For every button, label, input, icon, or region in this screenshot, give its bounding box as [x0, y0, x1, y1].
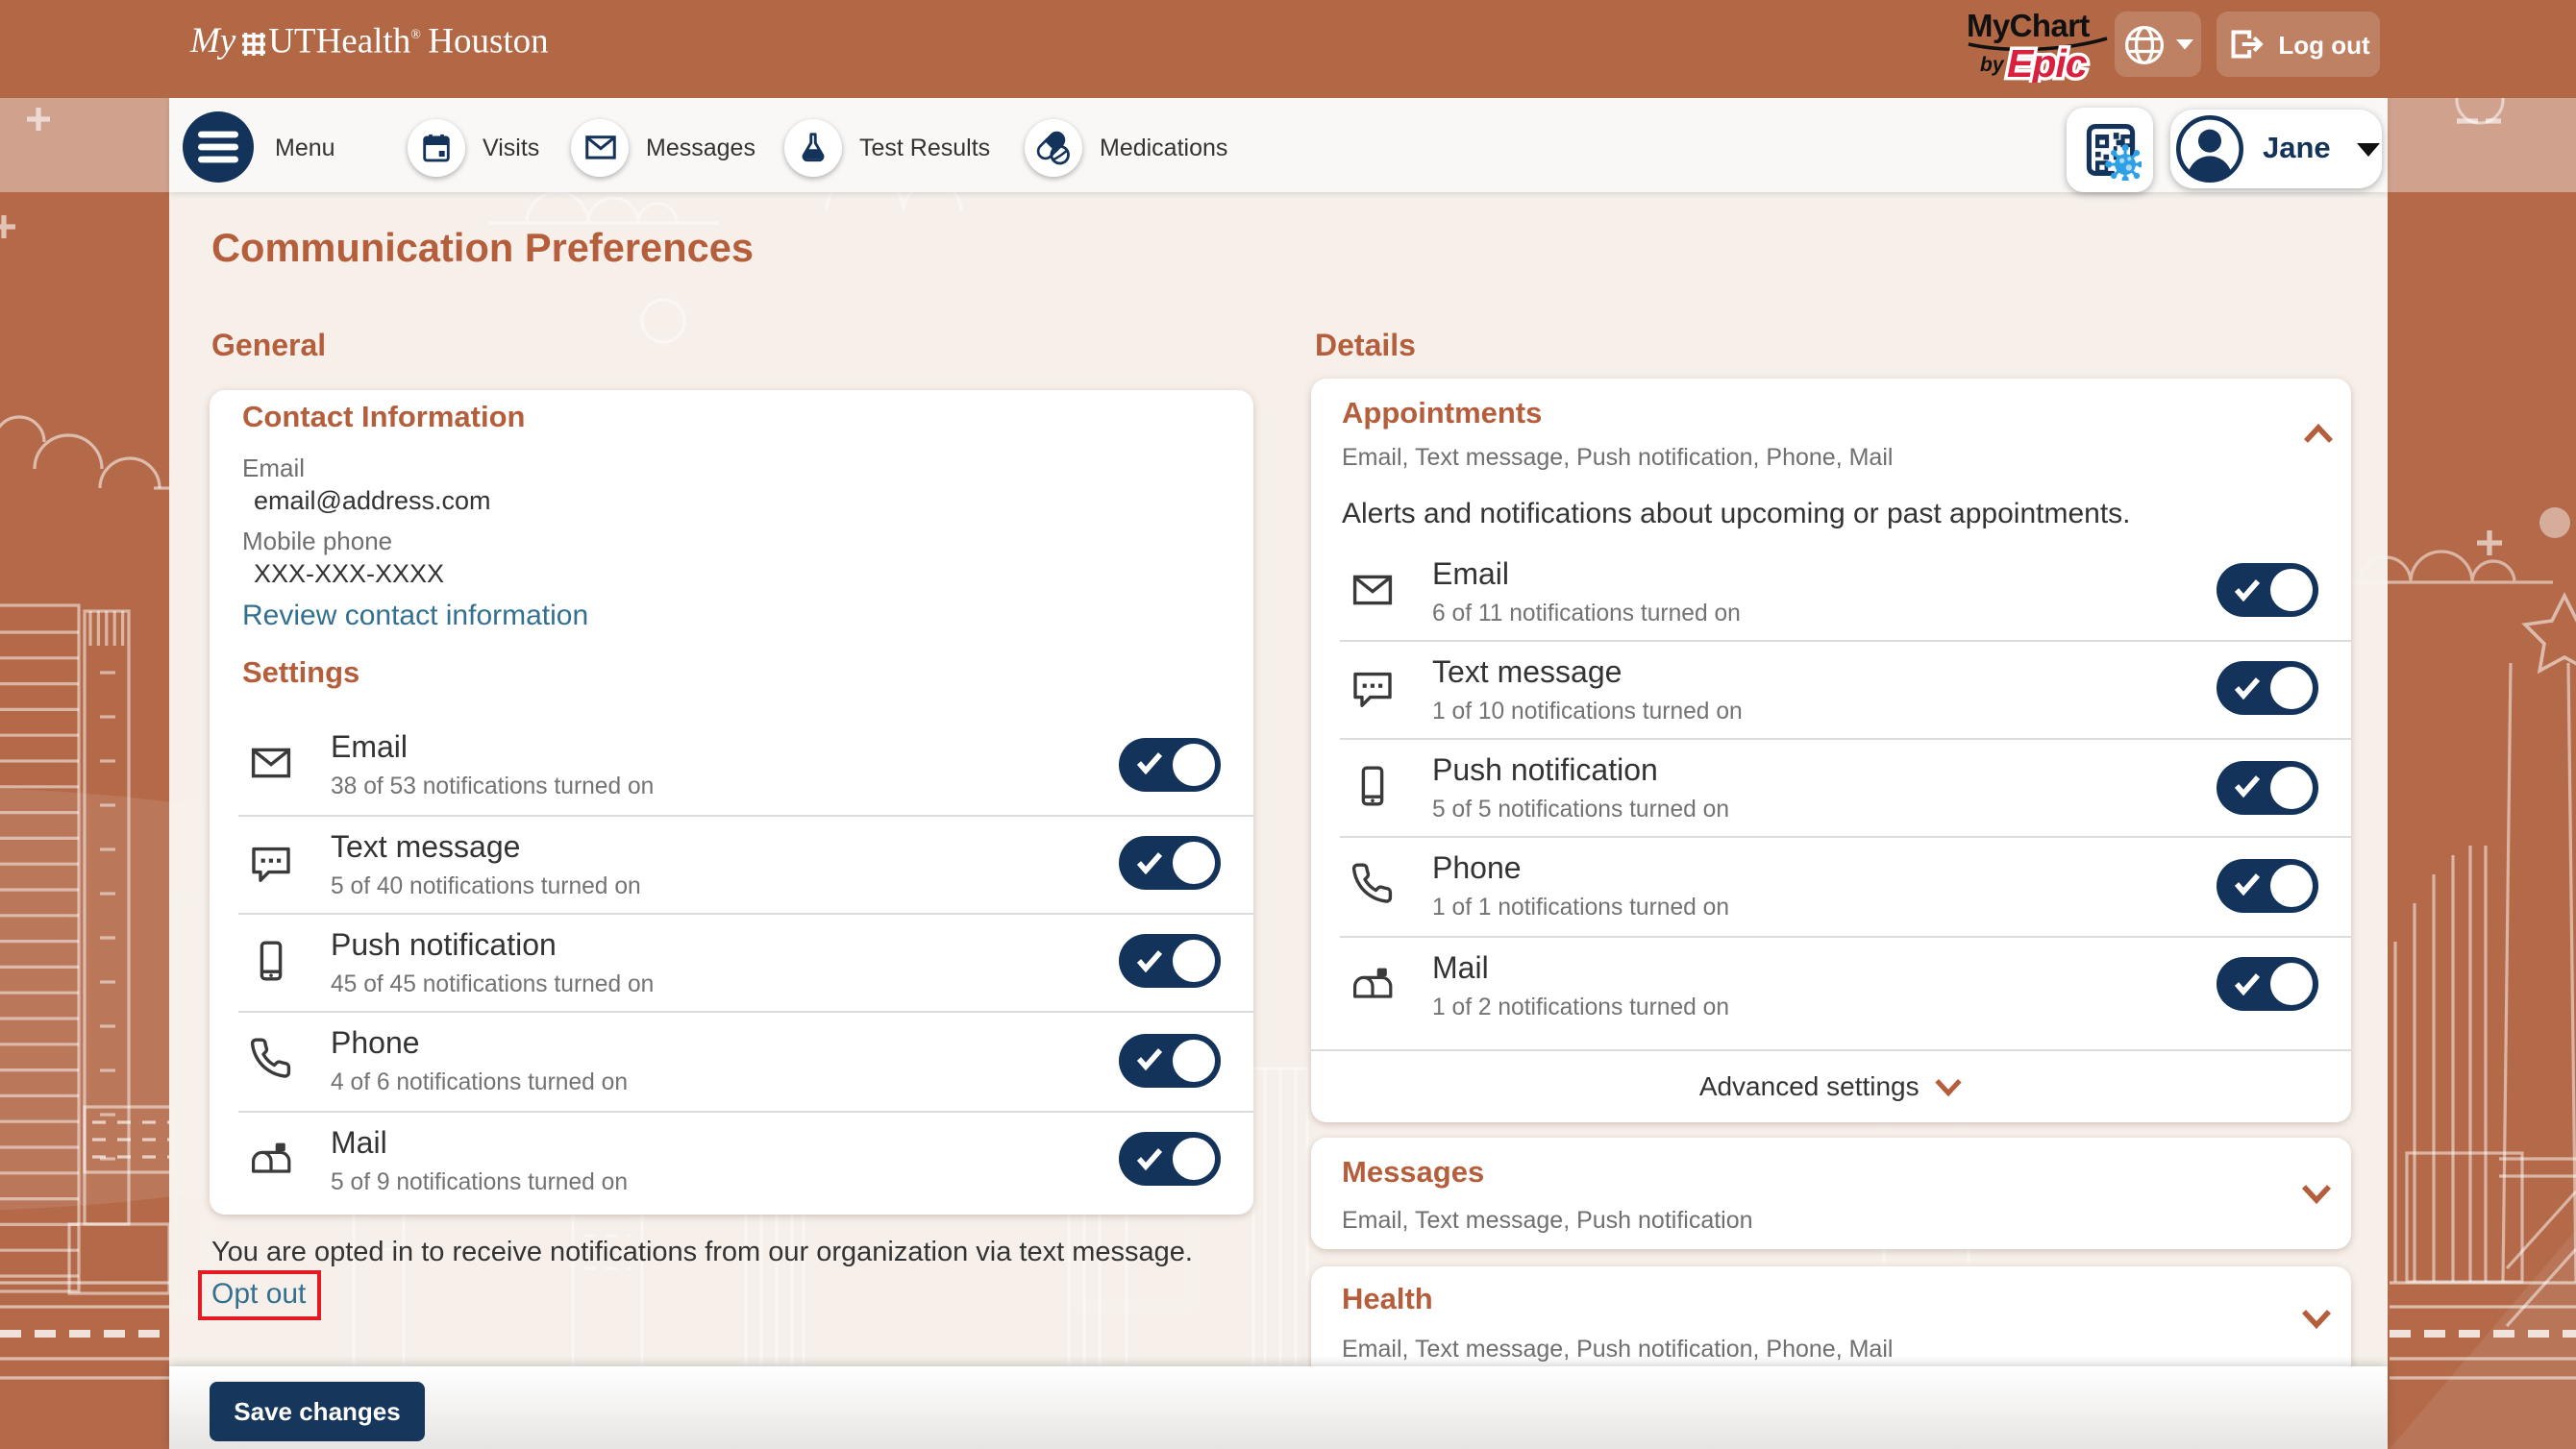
svg-text:by: by	[1980, 54, 2005, 76]
svg-text:MyChart: MyChart	[1967, 8, 2090, 43]
svg-text:Epic: Epic	[2007, 41, 2088, 83]
